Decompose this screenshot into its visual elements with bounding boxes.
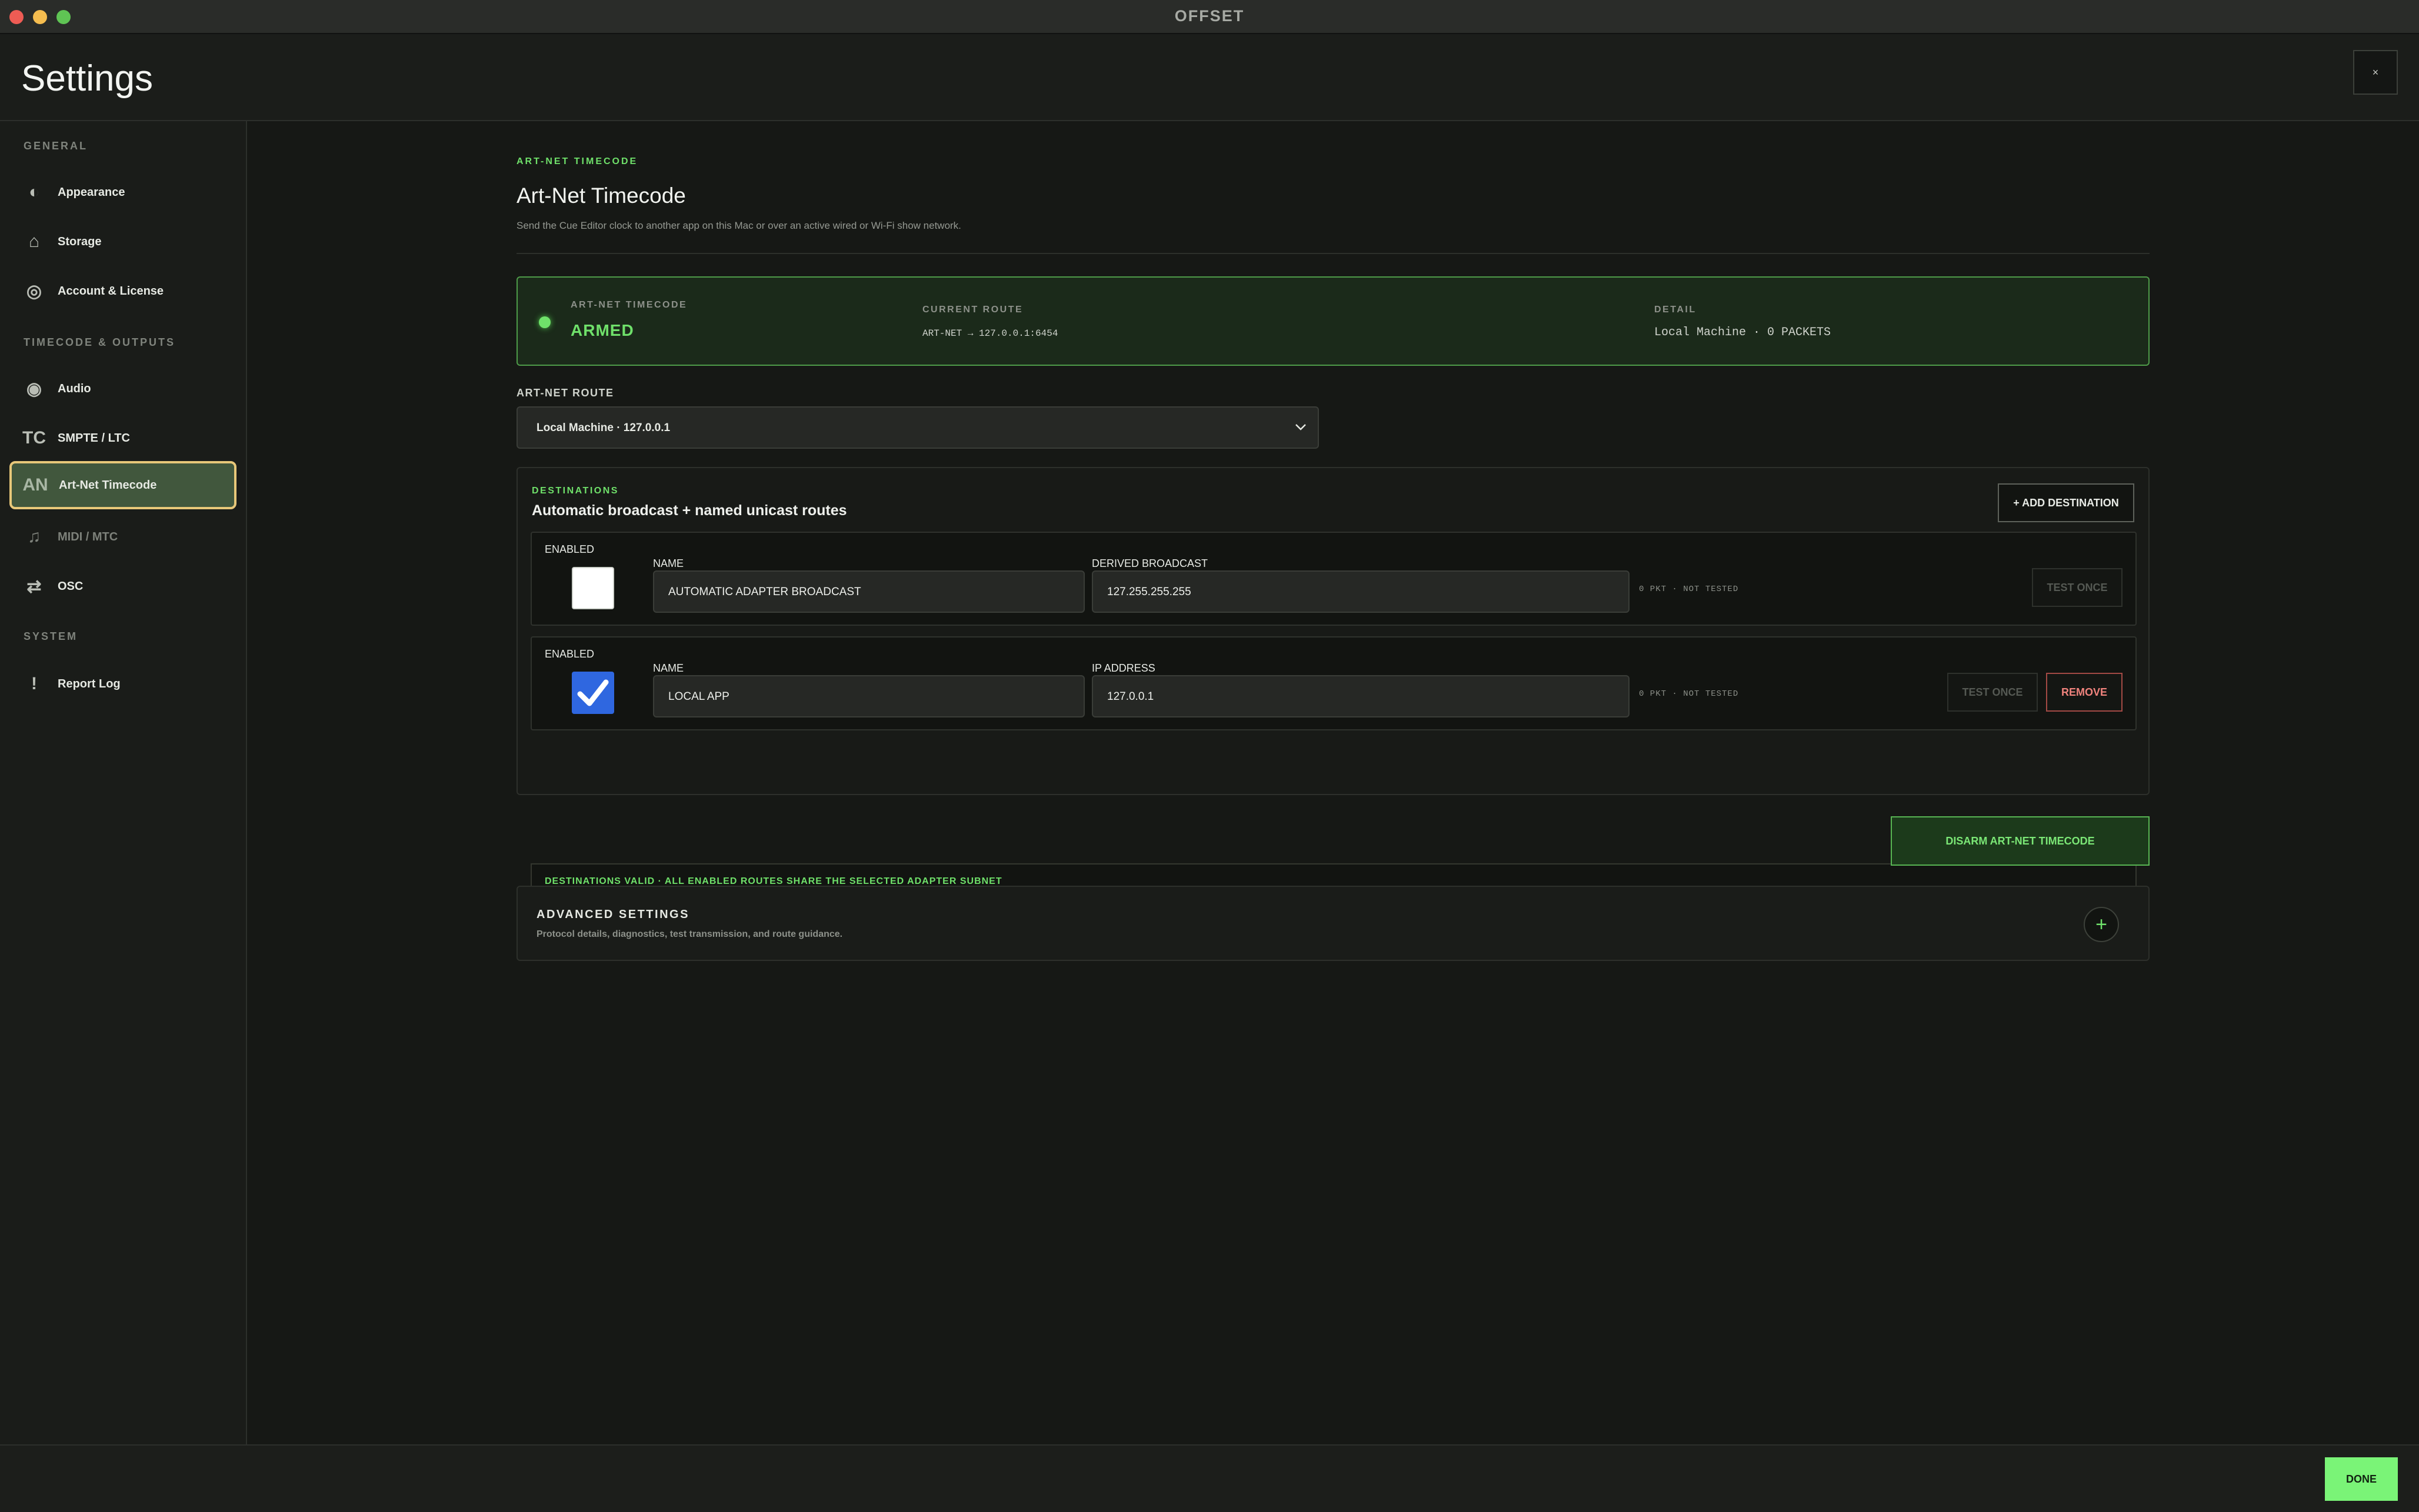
arrows-icon: ⇄ [26,576,42,596]
remove-destination-button[interactable]: REMOVE [2046,673,2123,712]
status-card: ART-NET TIMECODE ARMED CURRENT ROUTE ART… [517,276,2150,366]
sidebar-section-timecode-outputs: TIMECODE & OUTPUTS [24,336,176,348]
sidebar-item-label: Storage [58,235,102,248]
status-label: ART-NET TIMECODE [571,300,688,310]
destinations-title: Automatic broadcast + named unicast rout… [532,502,847,519]
sidebar-item-smpte-ltc[interactable]: TC SMPTE / LTC [11,415,235,461]
sidebar-item-art-net-timecode[interactable]: AN Art-Net Timecode [9,461,236,509]
derived-broadcast-label: DERIVED BROADCAST [1092,558,1208,569]
destination-name-value: AUTOMATIC ADAPTER BROADCAST [668,586,861,598]
status-value: ARMED [571,321,634,339]
route-select-value: Local Machine · 127.0.0.1 [537,422,671,434]
section-eyebrow: ART-NET TIMECODE [517,156,638,166]
destination-row-broadcast: ENABLED NAME AUTOMATIC ADAPTER BROADCAST… [531,532,2137,626]
derived-broadcast-value: 127.255.255.255 [1107,586,1191,598]
checkmark-icon [577,679,609,706]
destination-name-field[interactable]: AUTOMATIC ADAPTER BROADCAST [653,570,1085,613]
contrast-icon: ◐ [28,182,40,202]
sidebar-item-label: Audio [58,382,91,395]
route-label: ART-NET ROUTE [517,387,614,399]
name-label: NAME [653,662,684,674]
sidebar-section-system: SYSTEM [24,630,78,642]
sidebar-item-label: Appearance [58,185,125,199]
route-select[interactable]: Local Machine · 127.0.0.1 [517,406,1319,449]
sidebar-item-midi-mtc[interactable]: ♫ MIDI / MTC [11,514,235,560]
advanced-settings-subtitle: Protocol details, diagnostics, test tran… [537,929,843,939]
enabled-checkbox[interactable] [572,672,614,714]
packet-stats: 0 PKT · NOT TESTED [1639,585,1739,594]
enabled-label: ENABLED [545,648,595,660]
close-icon: × [2372,66,2379,78]
sidebar-item-osc[interactable]: ⇄ OSC [11,563,235,609]
packet-stats: 0 PKT · NOT TESTED [1639,689,1739,699]
sidebar-item-label: MIDI / MTC [58,530,118,543]
enabled-checkbox[interactable] [572,567,614,609]
tc-icon: TC [22,428,46,448]
music-note-icon: ♫ [27,527,41,546]
derived-broadcast-field[interactable]: 127.255.255.255 [1092,570,1630,613]
ip-address-label: IP ADDRESS [1092,662,1155,674]
sidebar-item-label: Account & License [58,284,164,298]
close-settings-button[interactable]: × [2353,50,2398,95]
sidebar: GENERAL ◐ Appearance ⌂ Storage ◎ Account… [0,121,247,1444]
done-button[interactable]: DONE [2325,1457,2398,1501]
add-destination-button[interactable]: + ADD DESTINATION [1998,483,2134,522]
section-title: Art-Net Timecode [517,183,686,208]
plus-icon: + [2095,913,2107,936]
detail-label: DETAIL [1654,305,1697,315]
test-once-button[interactable]: TEST ONCE [2032,568,2123,607]
alert-icon: ! [31,674,37,693]
advanced-settings-title: ADVANCED SETTINGS [537,908,689,921]
settings-header: Settings × [0,34,2419,121]
enabled-label: ENABLED [545,543,595,555]
section-description: Send the Cue Editor clock to another app… [517,220,961,231]
divider [517,253,2150,254]
sidebar-item-label: Art-Net Timecode [59,478,157,492]
name-label: NAME [653,558,684,569]
sidebar-item-appearance[interactable]: ◐ Appearance [11,169,235,215]
status-indicator-dot [539,316,551,328]
page-title: Settings [21,58,154,99]
chevron-down-icon [1295,424,1306,430]
destinations-eyebrow: DESTINATIONS [532,486,619,496]
sidebar-item-account-license[interactable]: ◎ Account & License [11,268,235,314]
detail-value: Local Machine · 0 PACKETS [1654,326,1831,339]
home-icon: ⌂ [28,232,40,251]
title-bar: OFFSET [0,0,2419,34]
badge-icon: ◎ [26,281,42,301]
destination-name-value: LOCAL APP [668,690,729,703]
sidebar-section-general: GENERAL [24,140,88,152]
sidebar-item-storage[interactable]: ⌂ Storage [11,219,235,265]
current-route-value: ART-NET → 127.0.0.1:6454 [922,328,1058,339]
ip-address-value: 127.0.0.1 [1107,690,1154,703]
sidebar-item-label: OSC [58,579,84,593]
destination-row-local-app: ENABLED NAME LOCAL APP IP ADDRESS 127.0.… [531,636,2137,730]
test-once-button[interactable]: TEST ONCE [1947,673,2038,712]
disarm-button[interactable]: DISARM ART-NET TIMECODE [1891,816,2150,866]
app-title: OFFSET [1174,7,1245,25]
sidebar-item-label: Report Log [58,677,121,690]
audio-icon: ◉ [26,379,42,399]
footer: DONE [0,1444,2419,1512]
destinations-card: DESTINATIONS Automatic broadcast + named… [517,467,2150,900]
sidebar-item-audio[interactable]: ◉ Audio [11,366,235,412]
ip-address-field[interactable]: 127.0.0.1 [1092,675,1630,717]
an-icon: AN [22,475,48,495]
expand-advanced-button[interactable]: + [2084,907,2119,942]
destination-name-field[interactable]: LOCAL APP [653,675,1085,717]
sidebar-item-report-log[interactable]: ! Report Log [11,661,235,707]
advanced-settings-card[interactable]: ADVANCED SETTINGS Protocol details, diag… [517,886,2150,961]
sidebar-item-label: SMPTE / LTC [58,431,130,445]
current-route-label: CURRENT ROUTE [922,305,1024,315]
